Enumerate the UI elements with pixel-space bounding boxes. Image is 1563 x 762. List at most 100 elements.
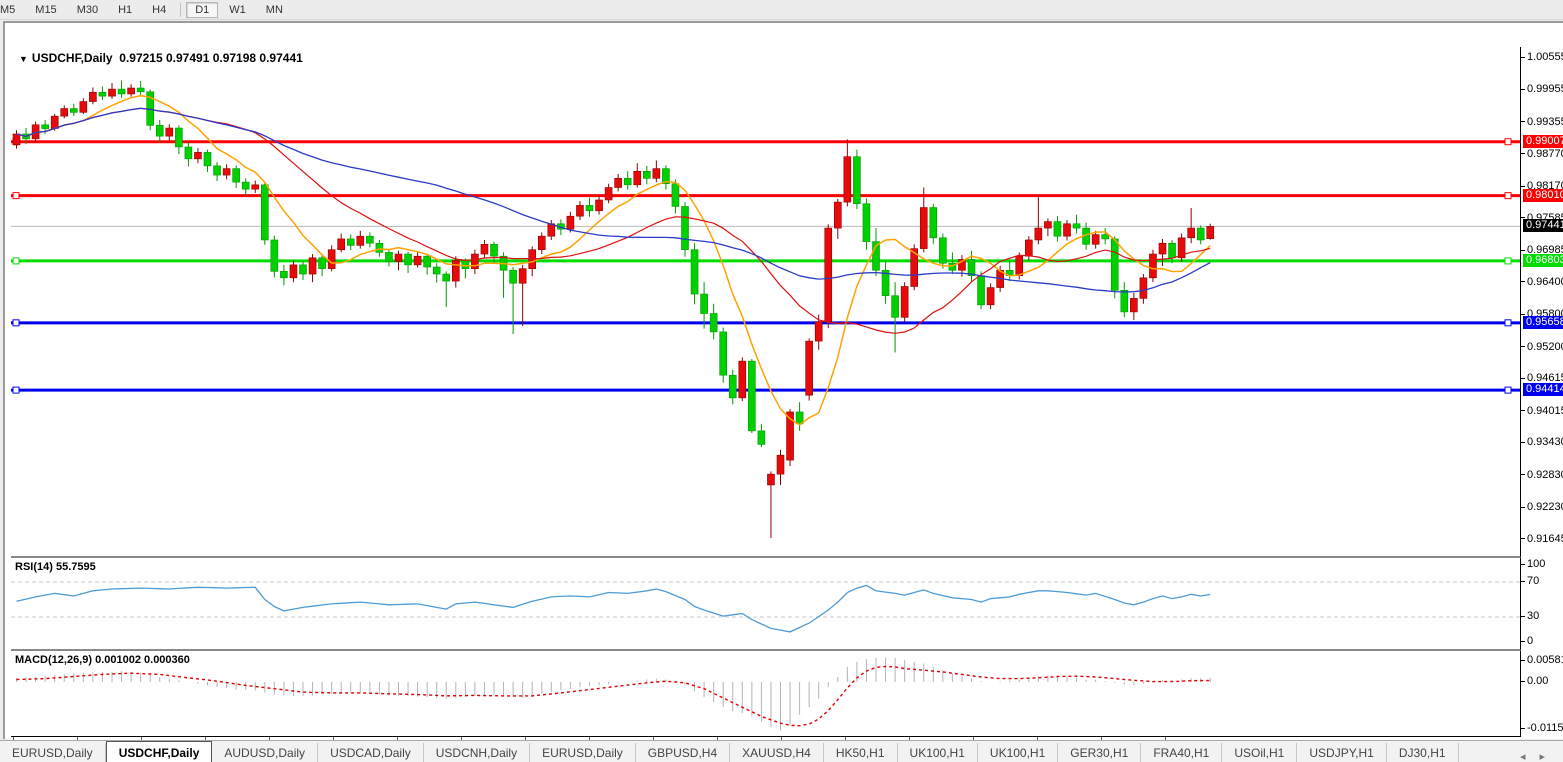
axis-tick-mark (1521, 410, 1525, 411)
price-tick-0.98770: 0.98770 (1521, 148, 1563, 160)
candle-body (1149, 254, 1156, 278)
chart-window: ▼ USDCHF,Daily 0.97215 0.97491 0.97198 0.… (3, 21, 1563, 739)
rsi-line (17, 586, 1211, 632)
timeframe-button-m30[interactable]: M30 (68, 2, 107, 18)
current-price-badge: 0.97441 (1523, 219, 1563, 232)
chart-tab-usoil-h1[interactable]: USOil,H1 (1222, 743, 1297, 762)
axis-tick-mark (1521, 442, 1525, 443)
hline-handle-right[interactable] (1505, 258, 1511, 264)
hline-handle-right[interactable] (1505, 193, 1511, 199)
candle-body (376, 243, 383, 252)
candle-body (978, 276, 985, 305)
chart-tab-uk100-h1[interactable]: UK100,H1 (898, 743, 978, 762)
axis-tick-mark (1521, 186, 1525, 187)
candle-body (366, 236, 373, 243)
chart-tab-eurusd-daily[interactable]: EURUSD,Daily (530, 743, 636, 762)
chart-tab-audusd-daily[interactable]: AUDUSD,Daily (212, 743, 318, 762)
chart-tab-hk50-h1[interactable]: HK50,H1 (824, 743, 898, 762)
candle-body (634, 171, 641, 185)
price-tick-0.96400: 0.96400 (1521, 276, 1563, 288)
hline-handle-left[interactable] (13, 258, 19, 264)
axis-tick-mark (1521, 728, 1525, 729)
candle-body (1025, 240, 1032, 256)
rsi-tick-70: 70 (1521, 575, 1539, 587)
candle-body (510, 270, 517, 283)
hline-handle-left[interactable] (13, 193, 19, 199)
candle-body (338, 239, 345, 250)
candle-body (357, 236, 364, 245)
tab-scroll-left-icon[interactable]: ◂ (1520, 750, 1526, 762)
chart-tab-usdcnh-daily[interactable]: USDCNH,Daily (424, 743, 530, 762)
axis-tick-mark (1521, 153, 1525, 154)
timeframe-button-h1[interactable]: H1 (109, 2, 141, 18)
tab-scroll-controls: ◂ ▸ (1520, 750, 1563, 762)
candle-body (1197, 228, 1204, 240)
hline-handle-right[interactable] (1505, 139, 1511, 145)
timeframe-button-m5[interactable]: M5 (0, 2, 24, 18)
chart-tab-uk100-h1[interactable]: UK100,H1 (978, 743, 1058, 762)
candle-body (1130, 298, 1137, 312)
candle-body (80, 102, 87, 113)
timeframe-button-h4[interactable]: H4 (143, 2, 175, 18)
candle-body (128, 88, 135, 94)
candle-body (844, 157, 851, 202)
candle-body (682, 206, 689, 249)
chart-symbol: USDCHF,Daily (32, 51, 113, 65)
candle-body (586, 205, 593, 210)
price-pane: ▼ USDCHF,Daily 0.97215 0.97491 0.97198 0.… (11, 47, 1521, 558)
chart-tab-usdchf-daily[interactable]: USDCHF,Daily (106, 741, 213, 762)
rsi-tick-30: 30 (1521, 610, 1539, 622)
axis-tick-mark (1521, 660, 1525, 661)
candle-body (443, 274, 450, 281)
candle-body (1092, 235, 1099, 245)
candle-body (1121, 290, 1128, 312)
chart-tab-gbpusd-h4[interactable]: GBPUSD,H4 (636, 743, 730, 762)
candle-body (185, 147, 192, 159)
chart-tab-xauusd-h4[interactable]: XAUUSD,H4 (730, 743, 824, 762)
price-tick-0.92830: 0.92830 (1521, 469, 1563, 481)
timeframe-button-mn[interactable]: MN (257, 2, 292, 18)
candle-body (424, 256, 431, 267)
rsi-tick-100: 100 (1521, 558, 1545, 570)
timeframe-button-d1[interactable]: D1 (186, 2, 218, 18)
hline-handle-left[interactable] (13, 320, 19, 326)
chart-tab-usdcad-daily[interactable]: USDCAD,Daily (318, 743, 424, 762)
axis-tick-mark (1521, 346, 1525, 347)
chart-tab-eurusd-daily[interactable]: EURUSD,Daily (0, 743, 106, 762)
hline-handle-left[interactable] (13, 387, 19, 393)
axis-tick-mark (1521, 641, 1525, 642)
symbol-dropdown-icon[interactable]: ▼ (19, 54, 28, 64)
candle-body (758, 431, 765, 445)
candle-body (863, 204, 870, 242)
candle-body (920, 208, 927, 249)
chart-tab-ger30-h1[interactable]: GER30,H1 (1058, 743, 1141, 762)
price-tick-0.99955: 0.99955 (1521, 83, 1563, 95)
candle-body (767, 474, 774, 485)
price-axis[interactable]: 1.005550.999550.993550.987700.981700.975… (1521, 47, 1563, 737)
candle-body (405, 254, 412, 265)
candle-body (166, 128, 173, 136)
timeframe-button-m15[interactable]: M15 (26, 2, 65, 18)
hline-price-badge: 0.96803 (1523, 254, 1563, 267)
candle-body (252, 185, 259, 189)
hline-handle-right[interactable] (1505, 320, 1511, 326)
candle-body (701, 294, 708, 313)
tab-scroll-right-icon[interactable]: ▸ (1539, 750, 1545, 762)
chart-tab-usdjpy-h1[interactable]: USDJPY,H1 (1297, 743, 1386, 762)
hline-handle-right[interactable] (1505, 387, 1511, 393)
candle-body (567, 216, 574, 229)
candle-body (624, 178, 631, 184)
rsi-chart (11, 558, 1520, 649)
price-tick-0.94015: 0.94015 (1521, 405, 1563, 417)
candle-body (615, 178, 622, 187)
mt4-terminal: M5M15M30H1H4 D1W1MN ▼ USDCHF,Daily 0.97215… (0, 0, 1563, 762)
candle-body (1064, 224, 1071, 236)
chart-tab-fra40-h1[interactable]: FRA40,H1 (1141, 743, 1222, 762)
candle-body (319, 258, 326, 269)
candle-body (901, 286, 908, 317)
timeframe-button-w1[interactable]: W1 (220, 2, 255, 18)
candle-body (538, 236, 545, 250)
chart-ohlc-values: 0.97215 0.97491 0.97198 0.97441 (119, 51, 303, 65)
candle-body (672, 184, 679, 207)
chart-tab-dj30-h1[interactable]: DJ30,H1 (1387, 743, 1459, 762)
